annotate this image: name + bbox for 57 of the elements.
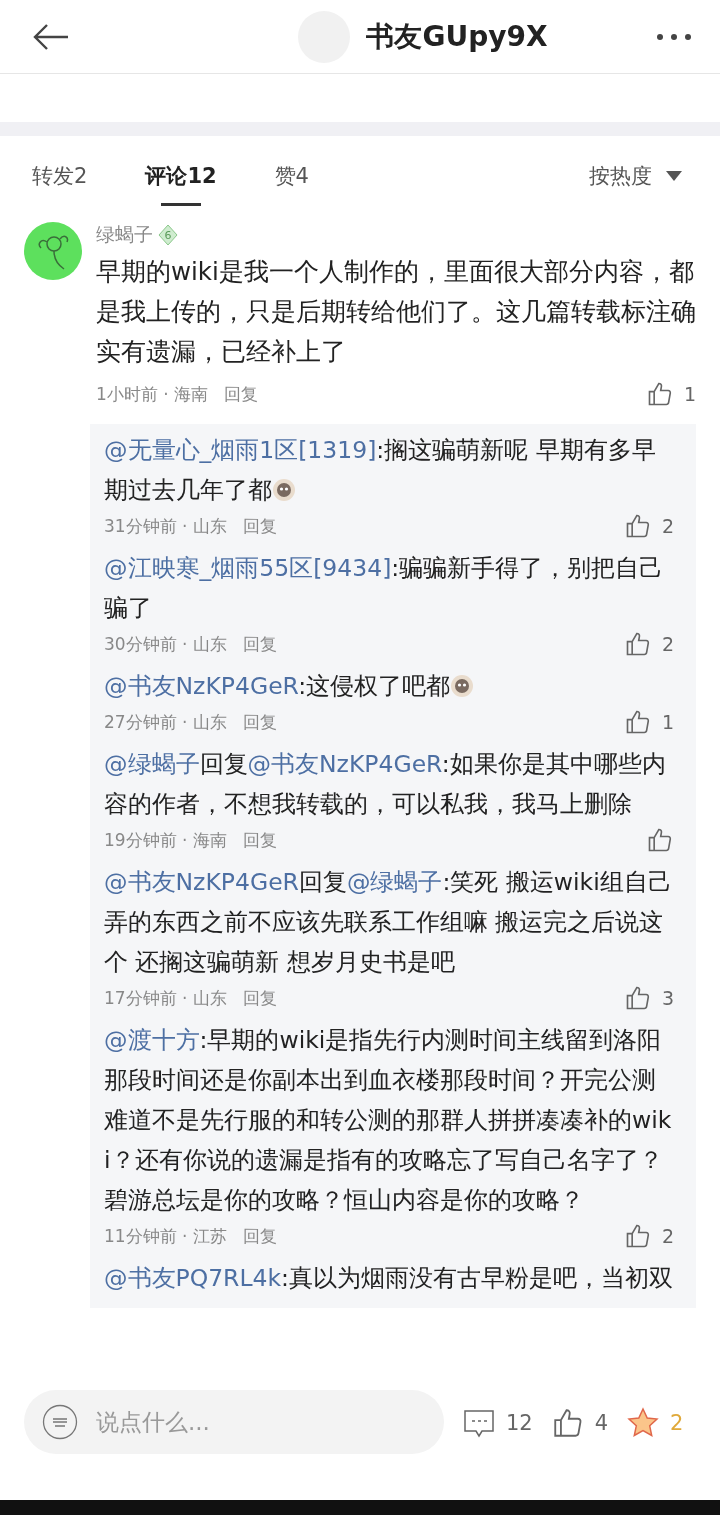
reply-link[interactable]: 回复 [224, 382, 259, 406]
comment-meta: 1小时前 · 海南 [96, 382, 209, 406]
like-count: 2 [661, 515, 674, 537]
sort-dropdown[interactable]: 按热度 [583, 161, 688, 191]
reply-link[interactable]: 回复 [242, 1224, 277, 1248]
more-icon[interactable] [656, 32, 692, 41]
reply-meta: 11分钟前 · 江苏 [104, 1224, 227, 1248]
mention-link[interactable]: @书友NzKP4GeR [104, 672, 299, 700]
reply-text: @绿蝎子回复@书友NzKP4GeR:如果你是其中哪些内容的作者，不想我转载的，可以私我，我马上删除 [104, 749, 667, 820]
comment-field[interactable]: 说点什么... [24, 1390, 444, 1454]
like-count: 2 [661, 1225, 674, 1247]
reply-text: @书友NzKP4GeR回复@绿蝎子:笑死 搬运wiki组自己弄的东西之前不应该先联系工作组嘛 搬运完之后说这个 还搁这骗萌新 想岁月史书是吧 [104, 867, 673, 978]
like-count: 1 [683, 383, 696, 405]
reply-link[interactable]: 回复 [242, 828, 277, 852]
reply-meta: 17分钟前 · 山东 [104, 986, 227, 1010]
like-count: 1 [661, 711, 674, 733]
reply-link[interactable]: 回复 [242, 632, 277, 656]
reply-text: @书友PQ7RL4k:真以为烟雨没有古早粉是吧，当初双 [104, 1263, 674, 1294]
reply-text: @书友NzKP4GeR:这侵权了吧都 [104, 666, 674, 706]
user-title: 书友GUpy9X [366, 18, 548, 55]
tab[interactable]: 赞4 [274, 150, 309, 202]
star-icon[interactable] [626, 1406, 661, 1440]
comment-input[interactable]: 说点什么... [94, 1408, 426, 1436]
reply-link[interactable]: 回复 [242, 514, 277, 538]
emoji-icon [450, 674, 475, 698]
mention-link[interactable]: @渡十方 [104, 1026, 200, 1054]
like-count: 3 [661, 987, 674, 1009]
avatar-icon[interactable] [24, 222, 82, 280]
like-count: 4 [594, 1411, 609, 1435]
thumbs-up-icon[interactable] [646, 826, 674, 854]
like-count: 2 [661, 633, 674, 655]
comment-count: 12 [506, 1411, 533, 1435]
mention-link[interactable]: @绿蝎子 [346, 868, 443, 896]
reply-link[interactable]: 回复 [242, 710, 277, 734]
comment-text: 早期的wiki是我一个人制作的，里面很大部分内容，都是我上传的，只是后期转给他们了。这几篇转载标注确实有遗漏，已经补上了 [96, 256, 696, 368]
reply-link[interactable]: 回复 [242, 986, 277, 1010]
mention-link[interactable]: @书友NzKP4GeR [247, 750, 442, 778]
keyboard-icon[interactable] [42, 1404, 78, 1440]
mention-link[interactable]: @无量心_烟雨1区[1319] [104, 436, 377, 464]
author-name[interactable]: 绿蝎子 [96, 222, 153, 248]
mention-link[interactable]: @书友PQ7RL4k [104, 1264, 282, 1292]
favorite-count: 2 [670, 1411, 684, 1435]
reply-meta: 31分钟前 · 山东 [104, 514, 227, 538]
caret-icon [666, 171, 682, 181]
reply-text: @江映寒_烟雨55区[9434]:骗骗新手得了，别把自己骗了 [104, 553, 665, 624]
reply-text: @渡十方:早期的wiki是指先行内测时间主线留到洛阳那段时间还是你副本出到血衣楼那段时间？开完公测难道不是先行服的和转公测的那群人拼拼凑凑补的wiki？还有你说的遗漏是指有的攻略忘了写自己名字了？碧游总坛是你的攻略？恒山内容是你的攻略？ [104, 1025, 673, 1216]
reply-text: @无量心_烟雨1区[1319]:搁这骗萌新呢 早期有多早期过去几年了都 [104, 435, 657, 506]
reply-meta: 27分钟前 · 山东 [104, 710, 227, 734]
mention-link[interactable]: @书友NzKP4GeR [104, 868, 299, 896]
mention-link[interactable]: @绿蝎子 [104, 750, 200, 778]
reply-meta: 19分钟前 · 海南 [104, 828, 227, 852]
emoji-icon [272, 478, 296, 502]
reply-meta: 30分钟前 · 山东 [104, 632, 227, 656]
level-badge-icon: 6 [157, 224, 179, 246]
mention-link[interactable]: @江映寒_烟雨55区[9434] [104, 554, 392, 582]
tab[interactable]: 转发2 [32, 150, 88, 202]
back-arrow-icon[interactable] [32, 22, 70, 51]
